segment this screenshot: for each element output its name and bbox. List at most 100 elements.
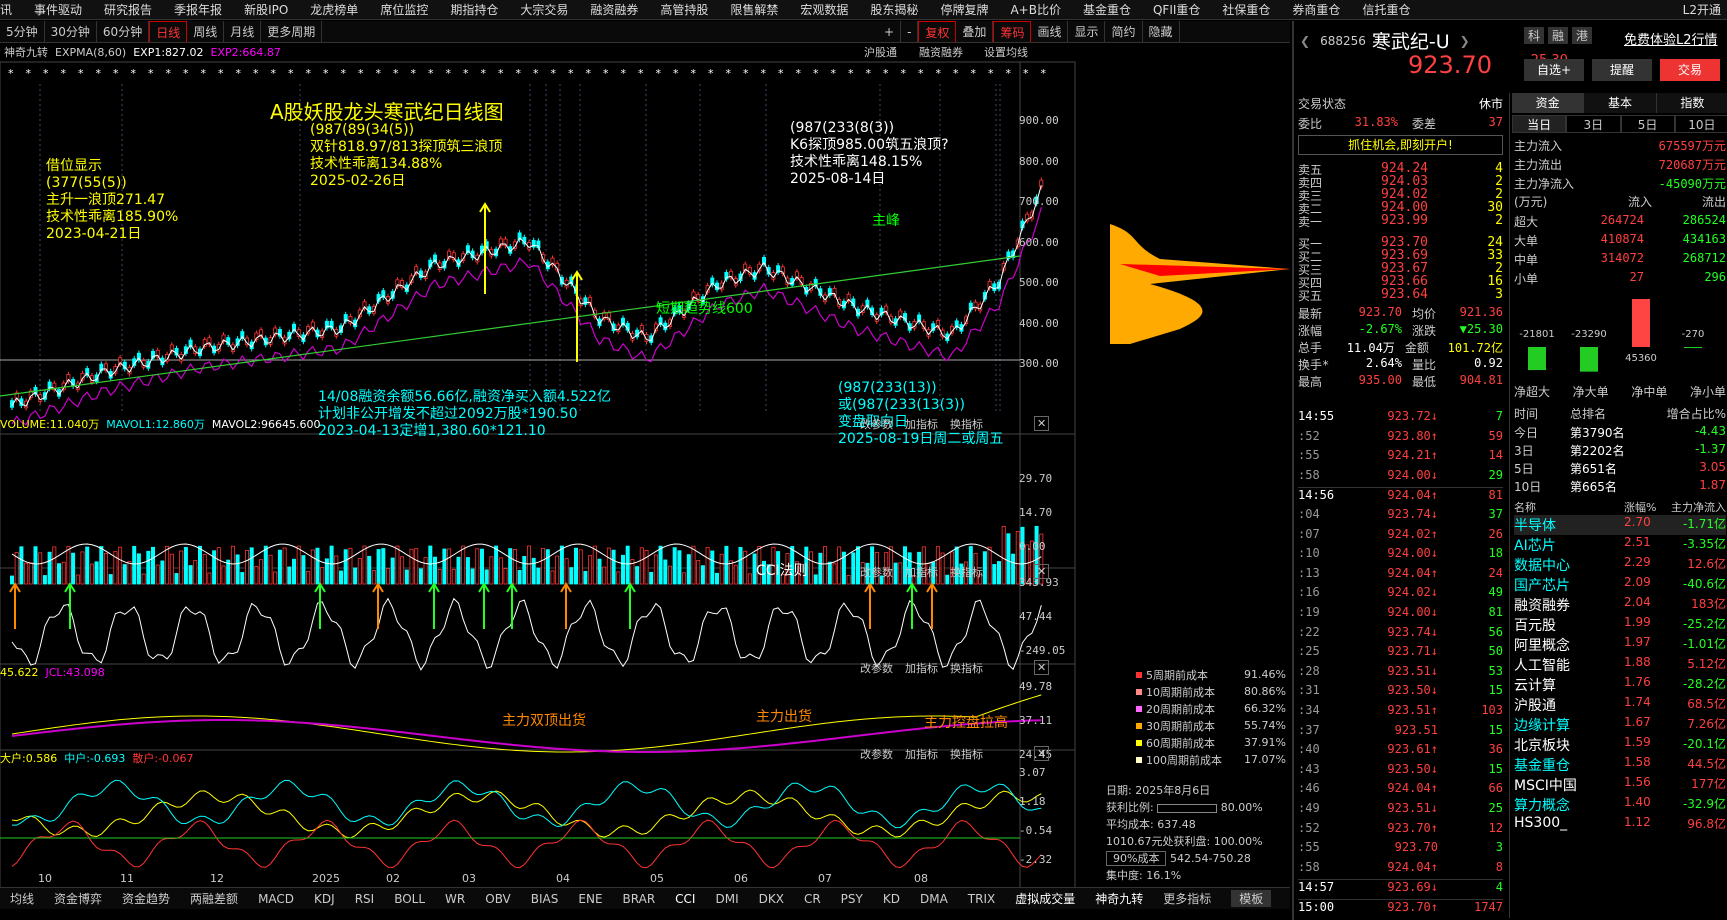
sector-row[interactable]: AI芯片 2.51 -3.35亿 <box>1514 535 1726 555</box>
sector-row[interactable]: MSCI中国 1.56 177亿 <box>1514 775 1726 795</box>
indicator-tab-21[interactable]: 虚拟成交量 <box>1015 890 1075 907</box>
sector-row[interactable]: 融资融券 2.04 183亿 <box>1514 595 1726 615</box>
menu-item-14[interactable]: 停牌复牌 <box>940 1 988 18</box>
vol-link-0[interactable]: 改参数 <box>860 416 893 432</box>
day-tab-0[interactable]: 当日 <box>1512 115 1567 133</box>
day-tab-3[interactable]: 10日 <box>1674 115 1727 133</box>
indicator-tab-2[interactable]: 资金趋势 <box>122 890 170 907</box>
sector-row[interactable]: 国产芯片 2.09 -40.6亿 <box>1514 575 1726 595</box>
cci-link-0[interactable]: 改参数 <box>860 564 893 580</box>
toolbar-btn-8[interactable]: 隐藏 <box>1143 21 1180 42</box>
sector-row[interactable]: 阿里概念 1.97 -1.01亿 <box>1514 635 1726 655</box>
indicator-tab-15[interactable]: DKX <box>759 892 784 906</box>
sector-row[interactable]: 沪股通 1.74 68.5亿 <box>1514 695 1726 715</box>
sector-row[interactable]: 基金重仓 1.58 44.5亿 <box>1514 755 1726 775</box>
menu-item-0[interactable]: 讯 <box>0 1 12 18</box>
indicator-tab-4[interactable]: MACD <box>258 892 294 906</box>
menu-item-13[interactable]: 股东揭秘 <box>870 1 918 18</box>
l2-trial-link[interactable]: 免费体验L2行情 <box>1624 29 1718 48</box>
menu-item-16[interactable]: 基金重仓 <box>1083 1 1131 18</box>
badge-rong[interactable]: 融 <box>1548 27 1569 44</box>
period-tab-6[interactable]: 更多周期 <box>261 21 323 42</box>
add-watchlist-button[interactable]: 自选+ <box>1524 59 1584 81</box>
period-tab-4[interactable]: 周线 <box>187 21 225 42</box>
indicator-tab-20[interactable]: TRIX <box>968 892 995 906</box>
cci-link-1[interactable]: 加指标 <box>905 564 938 580</box>
day-tab-1[interactable]: 3日 <box>1566 115 1621 133</box>
menu-item-18[interactable]: 社保重仓 <box>1222 1 1270 18</box>
reminder-button[interactable]: 提醒 <box>1592 59 1652 81</box>
toolbar-btn-5[interactable]: 画线 <box>1031 21 1069 42</box>
hu-link-1[interactable]: 加指标 <box>905 746 938 762</box>
jcl-link-2[interactable]: 换指标 <box>950 660 983 676</box>
menu-item-4[interactable]: 新股IPO <box>244 1 288 18</box>
jcl-link-1[interactable]: 加指标 <box>905 660 938 676</box>
vol-link-1[interactable]: 加指标 <box>905 416 938 432</box>
indicator-tab-5[interactable]: KDJ <box>314 892 335 906</box>
menu-item-20[interactable]: 信托重仓 <box>1362 1 1410 18</box>
toolbar-btn-3[interactable]: 叠加 <box>956 21 994 42</box>
menu-item-17[interactable]: QFII重仓 <box>1153 1 1200 18</box>
toolbar-btn-6[interactable]: 显示 <box>1068 21 1106 42</box>
menu-item-7[interactable]: 期指持仓 <box>450 1 498 18</box>
day-tab-2[interactable]: 5日 <box>1620 115 1675 133</box>
toolbar-btn-7[interactable]: 简约 <box>1105 21 1143 42</box>
flow-tab-0[interactable]: 资金 <box>1512 93 1585 113</box>
period-tab-0[interactable]: 5分钟 <box>0 21 45 42</box>
period-tab-1[interactable]: 30分钟 <box>45 21 97 42</box>
hu-close-icon[interactable]: ✕ <box>1034 746 1050 761</box>
sector-row[interactable]: 北京板块 1.59 -20.1亿 <box>1514 735 1726 755</box>
menu-item-19[interactable]: 券商重仓 <box>1292 1 1340 18</box>
sector-row[interactable]: 人工智能 1.88 5.12亿 <box>1514 655 1726 675</box>
sector-row[interactable]: 算力概念 1.40 -32.9亿 <box>1514 795 1726 815</box>
indicator-tab-8[interactable]: WR <box>445 892 465 906</box>
vol-link-2[interactable]: 换指标 <box>950 416 983 432</box>
sector-row[interactable]: 百元股 1.99 -25.2亿 <box>1514 615 1726 635</box>
indicator-tab-17[interactable]: PSY <box>841 892 863 906</box>
sector-row[interactable]: 云计算 1.76 -28.2亿 <box>1514 675 1726 695</box>
badge-ke[interactable]: 科 <box>1524 27 1545 44</box>
menu-item-10[interactable]: 高管持股 <box>660 1 708 18</box>
indicator-tab-1[interactable]: 资金博弈 <box>54 890 102 907</box>
indicator-tab-7[interactable]: BOLL <box>394 892 425 906</box>
menu-item-1[interactable]: 事件驱动 <box>34 1 82 18</box>
toolbar-btn-1[interactable]: - <box>901 21 919 42</box>
indicator-tab-24[interactable]: 模板 <box>1231 890 1272 907</box>
menu-item-12[interactable]: 宏观数据 <box>800 1 848 18</box>
next-arrow-icon[interactable]: ❯ <box>1460 34 1470 48</box>
menu-item-8[interactable]: 大宗交易 <box>520 1 568 18</box>
indicator-tab-10[interactable]: BIAS <box>531 892 559 906</box>
menu-item-9[interactable]: 融资融券 <box>590 1 638 18</box>
cost-select[interactable]: 90%成本 <box>1106 851 1167 866</box>
period-tab-3[interactable]: 日线 <box>149 21 188 42</box>
indicator-tab-13[interactable]: CCI <box>675 892 695 906</box>
indicator-tab-19[interactable]: DMA <box>920 892 948 906</box>
menu-item-15[interactable]: A+B比价 <box>1010 1 1061 18</box>
open-account-ad[interactable]: 抓住机会,即刻开户! <box>1298 135 1503 155</box>
sector-row[interactable]: 半导体 2.70 -1.71亿 <box>1514 515 1726 535</box>
sector-row[interactable]: 边缘计算 1.67 7.26亿 <box>1514 715 1726 735</box>
flow-tab-2[interactable]: 指数 <box>1656 93 1727 113</box>
menu-item-3[interactable]: 季报年报 <box>174 1 222 18</box>
indicator-tab-14[interactable]: DMI <box>715 892 738 906</box>
indicator-tab-23[interactable]: 更多指标 <box>1163 890 1211 907</box>
cci-close-icon[interactable]: ✕ <box>1034 564 1050 579</box>
indicator-tab-16[interactable]: CR <box>804 892 821 906</box>
flow-tab-1[interactable]: 基本 <box>1584 93 1657 113</box>
indicator-tab-6[interactable]: RSI <box>355 892 375 906</box>
indicator-tab-12[interactable]: BRAR <box>623 892 656 906</box>
indicator-tab-9[interactable]: OBV <box>485 892 511 906</box>
indicator-tab-18[interactable]: KD <box>883 892 900 906</box>
menu-item-5[interactable]: 龙虎榜单 <box>310 1 358 18</box>
vol-close-icon[interactable]: ✕ <box>1034 416 1050 431</box>
indicator-tab-22[interactable]: 神奇九转 <box>1095 890 1143 907</box>
prev-arrow-icon[interactable]: ❮ <box>1300 34 1310 48</box>
toolbar-btn-2[interactable]: 复权 <box>918 21 957 42</box>
toolbar-btn-4[interactable]: 筹码 <box>993 21 1032 42</box>
menu-item-2[interactable]: 研究报告 <box>104 1 152 18</box>
indicator-tab-11[interactable]: ENE <box>578 892 602 906</box>
trade-button[interactable]: 交易 <box>1660 59 1720 81</box>
sector-row[interactable]: 数据中心 2.29 12.6亿 <box>1514 555 1726 575</box>
menu-item-11[interactable]: 限售解禁 <box>730 1 778 18</box>
period-tab-5[interactable]: 月线 <box>224 21 262 42</box>
